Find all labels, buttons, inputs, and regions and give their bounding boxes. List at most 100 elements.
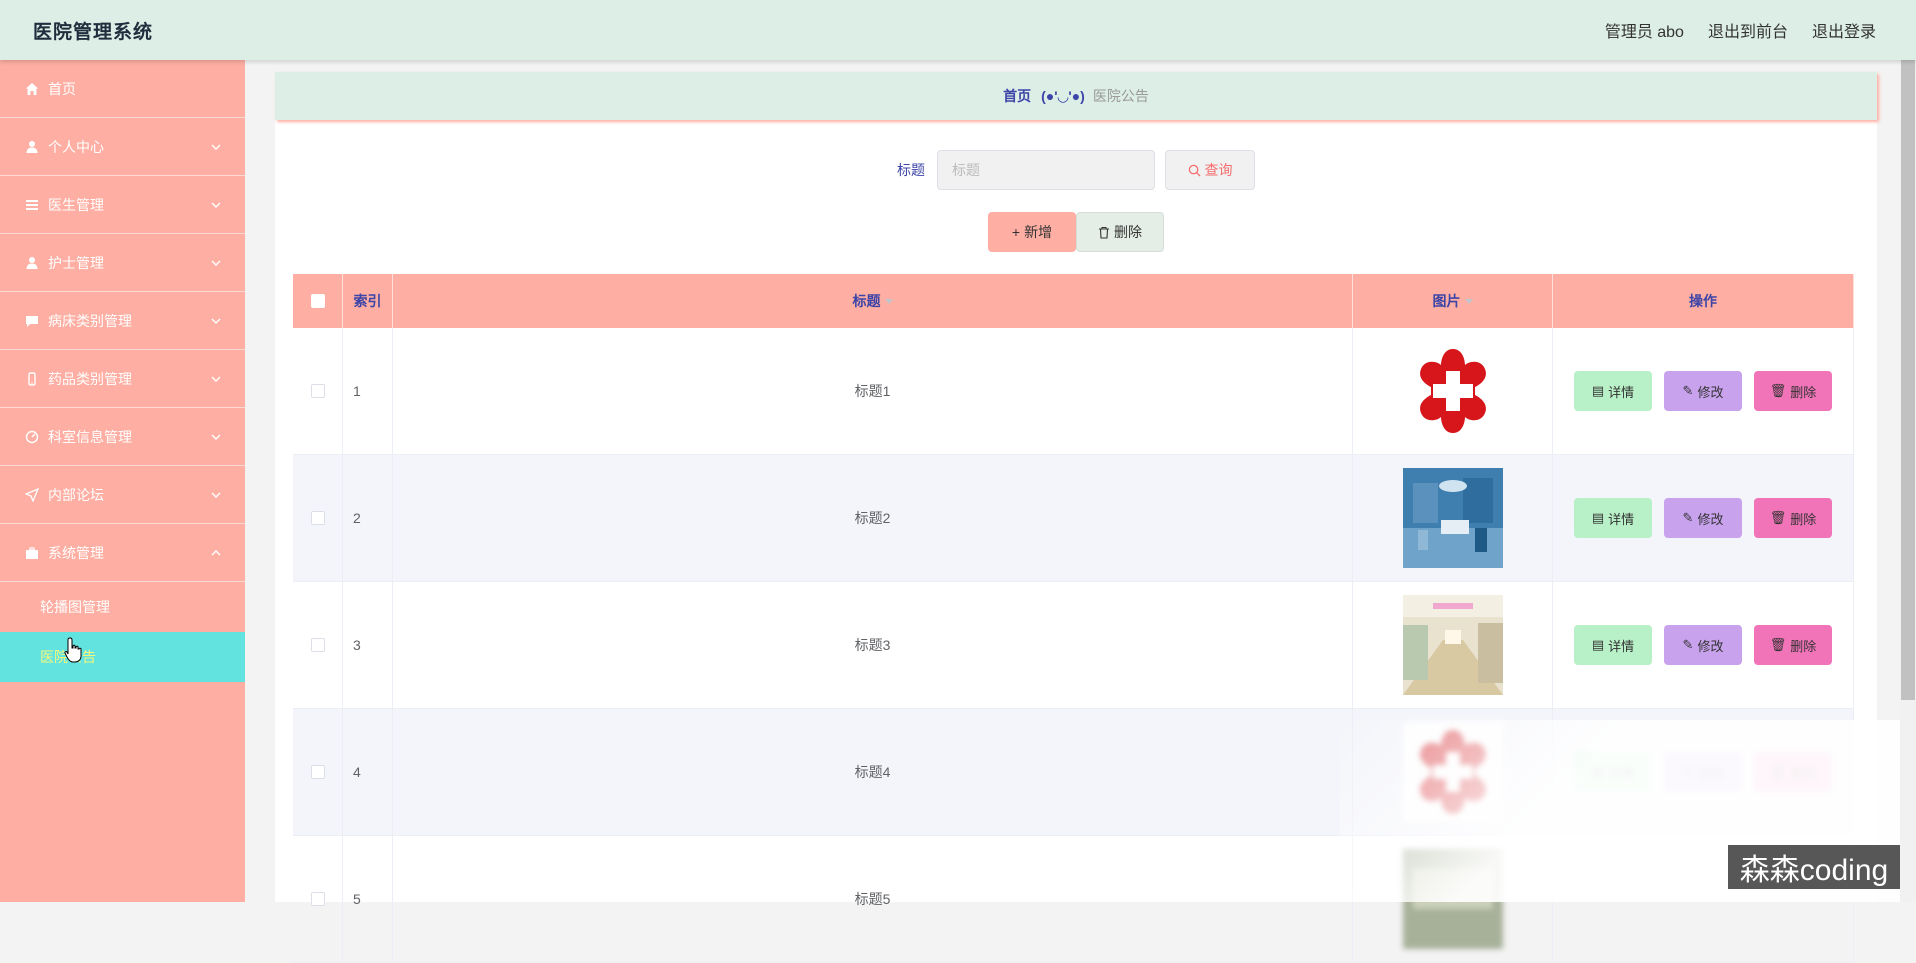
delete-label: 删除: [1790, 638, 1817, 654]
chevron-down-icon: [211, 260, 221, 266]
document-icon: ▤: [1591, 383, 1605, 398]
scrollbar-thumb[interactable]: [1901, 60, 1915, 700]
chevron-down-icon: [211, 144, 221, 150]
row-index: 4: [343, 709, 393, 835]
search-icon: [1188, 164, 1201, 177]
search-label: 标题: [897, 162, 925, 178]
edit-label: 修改: [1697, 511, 1724, 527]
pencil-icon: ✎: [1682, 383, 1694, 398]
chevron-down-icon: [211, 318, 221, 324]
header-title[interactable]: 标题: [393, 274, 1353, 328]
edit-button[interactable]: ✎ 修改: [1664, 498, 1742, 538]
row-image-cell: [1353, 328, 1553, 454]
sidebar-item-departments[interactable]: 科室信息管理: [0, 408, 245, 466]
trash-icon: 🗑: [1769, 383, 1787, 398]
add-button-label: 新增: [1024, 224, 1053, 240]
action-row: + 新增 删除: [275, 212, 1877, 252]
detail-label: 详情: [1608, 384, 1635, 400]
query-button[interactable]: 查询: [1165, 150, 1255, 190]
delete-button[interactable]: 🗑 删除: [1754, 371, 1832, 411]
sidebar-item-nurses[interactable]: 护士管理: [0, 234, 245, 292]
table-row: 3 标题3 ▤ 详情 ✎ 修改 🗑 删除: [293, 582, 1854, 709]
sidebar-item-label: 内部论坛: [48, 486, 104, 503]
row-checkbox[interactable]: [310, 765, 325, 779]
sidebar-item-system[interactable]: 系统管理: [0, 524, 245, 582]
trash-icon: 🗑: [1769, 637, 1787, 652]
row-checkbox[interactable]: [310, 384, 325, 398]
header-ops: 操作: [1553, 274, 1854, 328]
detail-label: 详情: [1608, 511, 1635, 527]
delete-button[interactable]: 🗑 删除: [1754, 498, 1832, 538]
send-icon: [24, 487, 40, 503]
search-row: 标题 查询: [275, 150, 1877, 190]
chevron-down-icon: [211, 492, 221, 498]
edit-button[interactable]: ✎ 修改: [1664, 371, 1742, 411]
user-icon: [24, 255, 40, 271]
to-front-link[interactable]: 退出到前台: [1708, 18, 1788, 42]
submenu-item-carousel[interactable]: 轮播图管理: [0, 582, 245, 632]
row-image-cell: [1353, 836, 1553, 962]
sort-icon[interactable]: [1464, 298, 1473, 304]
sidebar-item-home[interactable]: 首页: [0, 60, 245, 118]
detail-button[interactable]: ▤ 详情: [1574, 498, 1652, 538]
bulk-delete-button[interactable]: 删除: [1076, 212, 1164, 252]
query-button-label: 查询: [1204, 162, 1233, 178]
sidebar-item-label: 系统管理: [48, 544, 104, 561]
logout-link[interactable]: 退出登录: [1812, 18, 1876, 42]
breadcrumb-home[interactable]: 首页: [1003, 86, 1031, 106]
sidebar-item-bed-categories[interactable]: 病床类别管理: [0, 292, 245, 350]
row-index: 1: [343, 328, 393, 454]
edit-button[interactable]: ✎ 修改: [1664, 752, 1742, 792]
edit-label: 修改: [1697, 384, 1724, 400]
sidebar-item-drug-categories[interactable]: 药品类别管理: [0, 350, 245, 408]
sidebar-item-doctors[interactable]: 医生管理: [0, 176, 245, 234]
detail-label: 详情: [1608, 765, 1635, 781]
header-image[interactable]: 图片: [1353, 274, 1553, 328]
row-checkbox-cell: [293, 455, 343, 581]
row-title: 标题5: [393, 836, 1353, 962]
row-image-cell: [1353, 455, 1553, 581]
current-user: 管理员 abo: [1604, 24, 1684, 41]
sidebar-item-label: 病床类别管理: [48, 312, 132, 329]
row-checkbox[interactable]: [310, 638, 325, 652]
row-ops-cell: ▤ 详情 ✎ 修改 🗑 删除: [1553, 582, 1854, 708]
delete-button[interactable]: 🗑 删除: [1754, 625, 1832, 665]
pencil-icon: ✎: [1682, 510, 1694, 525]
breadcrumb: 首页 (●'◡'●) 医院公告: [275, 72, 1877, 120]
row-title: 标题4: [393, 709, 1353, 835]
table-row: 5 标题5: [293, 836, 1854, 963]
row-title: 标题2: [393, 455, 1353, 581]
select-all-checkbox[interactable]: [310, 294, 325, 308]
document-icon: ▤: [1591, 510, 1605, 525]
row-checkbox[interactable]: [310, 511, 325, 525]
search-input[interactable]: [937, 150, 1155, 190]
detail-button[interactable]: ▤ 详情: [1574, 371, 1652, 411]
sidebar-item-label: 药品类别管理: [48, 370, 132, 387]
sidebar-item-personal[interactable]: 个人中心: [0, 118, 245, 176]
row-checkbox-cell: [293, 328, 343, 454]
submenu-item-announcements[interactable]: 医院公告: [0, 632, 245, 682]
pencil-icon: ✎: [1682, 637, 1694, 652]
add-button[interactable]: + 新增: [988, 212, 1076, 252]
edit-label: 修改: [1697, 638, 1724, 654]
header-title-label: 标题: [852, 293, 881, 309]
bulk-delete-label: 删除: [1114, 224, 1142, 240]
top-right-links: 管理员 abo 退出到前台 退出登录: [1605, 18, 1876, 42]
phone-icon: [24, 371, 40, 387]
table-row: 1 标题1 ▤ 详情 ✎ 修改 🗑 删除: [293, 328, 1854, 455]
header-select-all[interactable]: [293, 274, 343, 328]
detail-button[interactable]: ▤ 详情: [1574, 752, 1652, 792]
red-cross-image: [1402, 722, 1503, 822]
announcement-table: 索引 标题 图片 操作 1 标题1 ▤ 详情 ✎ 修改 🗑 删除 2 标题2 ▤…: [293, 274, 1854, 963]
sidebar: 首页 个人中心 医生管理 护士管理 病床类别管理 药品类别管理 科室信息管理 内…: [0, 60, 245, 902]
delete-button[interactable]: 🗑 删除: [1754, 752, 1832, 792]
row-checkbox[interactable]: [310, 892, 325, 906]
sidebar-item-forum[interactable]: 内部论坛: [0, 466, 245, 524]
watermark: 森森coding: [1728, 845, 1900, 889]
edit-button[interactable]: ✎ 修改: [1664, 625, 1742, 665]
detail-button[interactable]: ▤ 详情: [1574, 625, 1652, 665]
row-ops-cell: ▤ 详情 ✎ 修改 🗑 删除: [1553, 709, 1854, 835]
document-icon: ▤: [1591, 637, 1605, 652]
chevron-down-icon: [211, 434, 221, 440]
sort-icon[interactable]: [884, 298, 893, 304]
